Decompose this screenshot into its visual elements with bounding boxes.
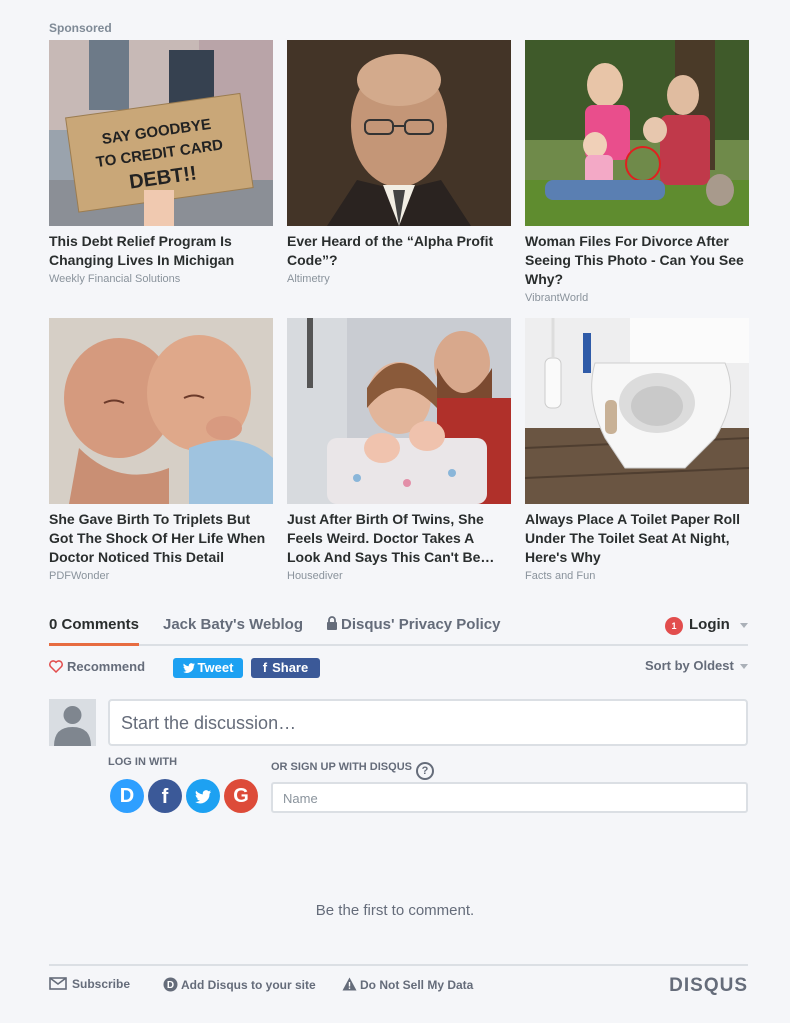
warning-icon (342, 977, 357, 994)
ad-image (525, 40, 749, 226)
ad-card[interactable]: SAY GOODBYE TO CREDIT CARD DEBT!! This D… (49, 40, 273, 285)
comments-nav: 0 Comments Jack Baty's Weblog Disqus' Pr… (49, 612, 748, 646)
notification-badge[interactable]: 1 (665, 617, 683, 635)
disqus-icon: D (163, 977, 178, 995)
empty-state-message: Be the first to comment. (315, 902, 475, 919)
ad-title[interactable]: Always Place A Toilet Paper Roll Under T… (525, 510, 749, 567)
twitter-login-icon[interactable] (186, 779, 220, 813)
do-not-sell-label: Do Not Sell My Data (360, 978, 474, 992)
svg-text:D: D (167, 980, 174, 991)
facebook-icon: f (262, 660, 268, 675)
login-button[interactable]: Login (689, 616, 730, 633)
ad-source: Facts and Fun (525, 570, 596, 582)
name-field[interactable]: Name (271, 782, 748, 813)
help-icon[interactable]: ? (415, 762, 434, 780)
sponsored-label: Sponsored (49, 21, 112, 35)
subscribe-link[interactable]: Subscribe (49, 977, 130, 993)
envelope-icon (49, 977, 67, 993)
subscribe-label: Subscribe (72, 977, 131, 991)
twitter-icon (182, 659, 195, 679)
ad-card[interactable]: Woman Files For Divorce After Seeing Thi… (525, 40, 749, 304)
ad-image (49, 318, 273, 504)
disqus-login-icon[interactable]: D (110, 779, 144, 813)
active-tab-indicator (49, 643, 139, 646)
disqus-logo[interactable]: DISQUS (669, 975, 748, 997)
ad-card[interactable]: Ever Heard of the “Alpha Profit Code”? A… (287, 40, 511, 285)
ad-title[interactable]: This Debt Relief Program Is Changing Liv… (49, 232, 273, 270)
heart-icon (49, 660, 63, 676)
ad-source: Housediver (287, 570, 343, 582)
ad-card[interactable]: Always Place A Toilet Paper Roll Under T… (525, 318, 749, 582)
ad-image (287, 318, 511, 504)
recommend-label: Recommend (67, 659, 146, 674)
facebook-login-icon[interactable]: f (148, 779, 182, 813)
ad-title[interactable]: Woman Files For Divorce After Seeing Thi… (525, 232, 749, 289)
tweet-label: Tweet (197, 660, 234, 675)
name-placeholder: Name (283, 791, 318, 806)
add-disqus-link[interactable]: D Add Disqus to your site (163, 977, 316, 995)
share-label: Share (272, 660, 309, 675)
footer: Subscribe D Add Disqus to your site Do N… (49, 964, 748, 1004)
chevron-down-icon[interactable] (740, 664, 748, 669)
ad-title[interactable]: Just After Birth Of Twins, She Feels Wei… (287, 510, 511, 567)
ad-image: SAY GOODBYE TO CREDIT CARD DEBT!! (49, 40, 273, 226)
tab-privacy[interactable]: Disqus' Privacy Policy (327, 616, 500, 633)
ad-card[interactable]: Just After Birth Of Twins, She Feels Wei… (287, 318, 511, 582)
login-with-label: LOG IN WITH (108, 756, 178, 768)
ad-title[interactable]: She Gave Birth To Triplets But Got The S… (49, 510, 273, 567)
ad-source: Altimetry (287, 273, 330, 285)
signup-text: OR SIGN UP WITH DISQUS (271, 761, 412, 773)
chevron-down-icon[interactable] (740, 623, 748, 628)
comment-textarea[interactable]: Start the discussion… (108, 699, 748, 746)
ad-source: PDFWonder (49, 570, 110, 582)
tab-comments[interactable]: 0 Comments (49, 616, 139, 633)
tweet-button[interactable]: Tweet (173, 658, 243, 678)
google-login-icon[interactable]: G (224, 779, 258, 813)
add-disqus-label: Add Disqus to your site (181, 978, 316, 992)
sort-dropdown[interactable]: Sort by Oldest (645, 658, 734, 673)
avatar (49, 699, 96, 746)
facebook-share-button[interactable]: f Share (251, 658, 320, 678)
comment-placeholder: Start the discussion… (121, 713, 297, 733)
do-not-sell-link[interactable]: Do Not Sell My Data (342, 977, 473, 994)
tab-privacy-label: Disqus' Privacy Policy (341, 616, 501, 633)
thread-actions: Recommend Tweet f Share Sort by Oldest (49, 656, 748, 678)
ad-source: VibrantWorld (525, 292, 589, 304)
signup-label: OR SIGN UP WITH DISQUS? (271, 761, 434, 780)
ad-source: Weekly Financial Solutions (49, 273, 181, 285)
ad-title[interactable]: Ever Heard of the “Alpha Profit Code”? (287, 232, 511, 270)
tab-site[interactable]: Jack Baty's Weblog (163, 616, 303, 633)
ad-card[interactable]: She Gave Birth To Triplets But Got The S… (49, 318, 273, 582)
ad-image (287, 40, 511, 226)
lock-icon (327, 616, 337, 630)
recommend-button[interactable]: Recommend (49, 659, 145, 676)
ad-image (525, 318, 749, 504)
